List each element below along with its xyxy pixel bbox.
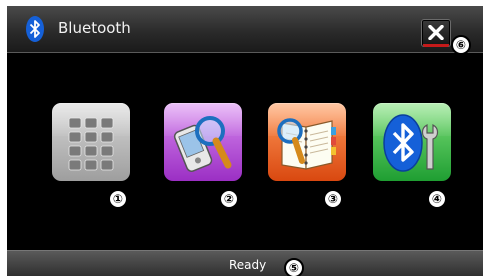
bluetooth-wrench-icon	[383, 114, 439, 172]
window-title: Bluetooth	[58, 19, 131, 37]
callout-marker-6: ⑥	[451, 35, 471, 55]
phonebook-search-icon	[277, 118, 336, 170]
bluetooth-window: Bluetooth ⑥ ① ② ③ ④ Ready ⑤	[7, 6, 483, 276]
status-text: Ready	[229, 258, 267, 272]
status-bar: Ready ⑤	[7, 250, 483, 276]
callout-marker-5: ⑤	[284, 258, 304, 276]
bluetooth-icon	[26, 16, 44, 47]
callout-marker-2: ②	[219, 189, 239, 209]
keypad-icon	[68, 117, 114, 171]
title-bar: Bluetooth ⑥	[7, 6, 483, 55]
close-x-icon	[428, 25, 444, 40]
callout-marker-4: ④	[427, 189, 447, 209]
bluetooth-settings-button[interactable]	[373, 103, 451, 181]
device-search-button[interactable]	[164, 103, 242, 181]
phone-search-icon	[173, 116, 232, 172]
dial-keypad-button[interactable]	[52, 103, 130, 181]
callout-marker-1: ①	[108, 189, 128, 209]
phonebook-button[interactable]	[268, 103, 346, 181]
close-button-accent	[423, 44, 449, 47]
callout-marker-3: ③	[323, 189, 343, 209]
close-button[interactable]	[421, 19, 451, 47]
